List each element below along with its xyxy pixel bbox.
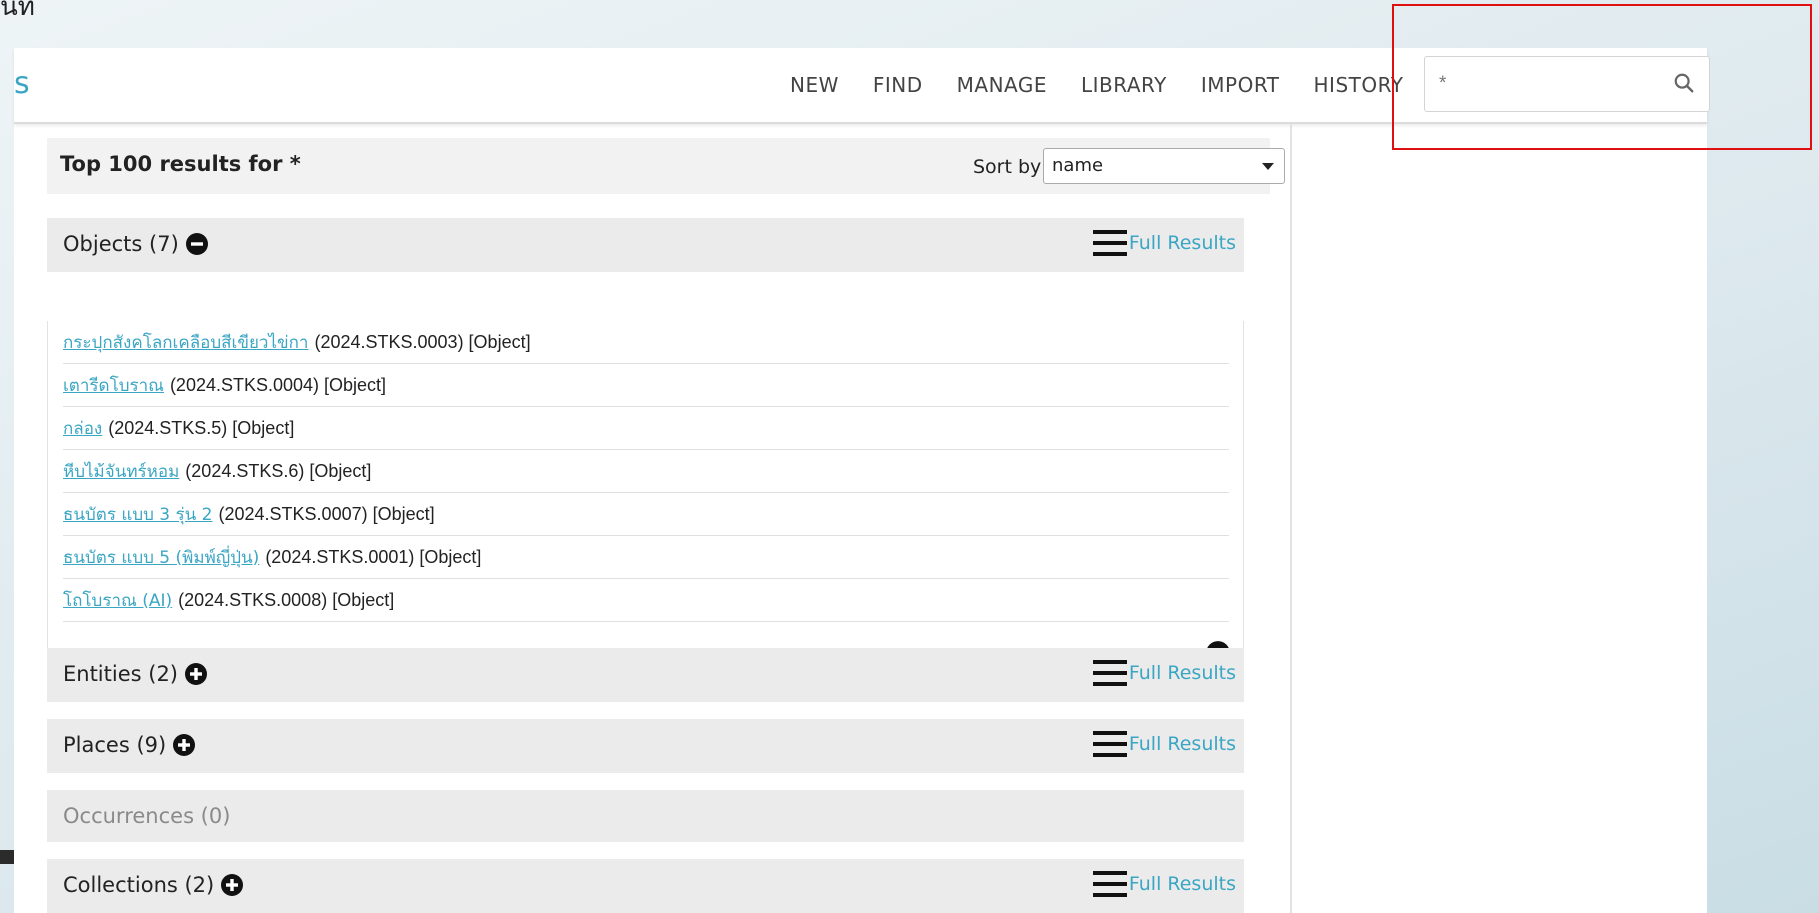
object-link[interactable]: เตารีดโบราณ <box>63 372 164 399</box>
section-label: Occurrences (0) <box>63 804 231 828</box>
menu-icon <box>1092 871 1127 897</box>
full-results-objects[interactable]: Full Results <box>1092 228 1236 258</box>
object-link[interactable]: โถโบราณ (AI) <box>63 587 172 614</box>
page-fragment-text: ี่นที่ <box>0 0 35 22</box>
caret-down-icon <box>1262 163 1274 170</box>
full-results-label: Full Results <box>1128 733 1236 755</box>
section-places: Places (9) Full Results <box>47 719 1244 773</box>
object-link[interactable]: กล่อง <box>63 415 102 442</box>
right-panel-divider <box>1290 124 1292 913</box>
object-meta: (2024.STKS.0004) [Object] <box>169 374 387 395</box>
section-label: Collections (2) <box>63 873 215 897</box>
sort-select[interactable]: name <box>1043 148 1285 184</box>
plus-circle-icon[interactable] <box>172 733 196 757</box>
highlight-box <box>1392 4 1812 150</box>
object-meta: (2024.STKS.0003) [Object] <box>314 331 531 352</box>
section-title-objects: Objects (7) <box>63 232 209 256</box>
list-item: ธนบัตร แบบ 5 (พิมพ์ญี่ปุ่น) (2024.STKS.0… <box>63 536 1229 579</box>
full-results-entities[interactable]: Full Results <box>1092 658 1236 688</box>
object-meta: (2024.STKS.0007) [Object] <box>218 503 435 524</box>
list-item: โถโบราณ (AI) (2024.STKS.0008) [Object] <box>63 579 1229 622</box>
section-label: Entities (2) <box>63 662 178 686</box>
menu-icon <box>1092 660 1127 686</box>
full-results-label: Full Results <box>1128 873 1236 895</box>
left-edge-bar <box>0 850 14 864</box>
nav-new[interactable]: NEW <box>790 73 839 97</box>
results-header: Top 100 results for * Sort by name <box>47 138 1285 194</box>
nav-history[interactable]: HISTORY <box>1314 73 1404 97</box>
list-item: ธนบัตร แบบ 3 รุ่น 2 (2024.STKS.0007) [Ob… <box>63 493 1229 536</box>
section-objects: Objects (7) Full Results <box>47 218 1244 272</box>
full-results-collections[interactable]: Full Results <box>1092 869 1236 899</box>
nav-manage[interactable]: MANAGE <box>957 73 1047 97</box>
object-meta: (2024.STKS.0008) [Object] <box>178 589 395 610</box>
section-title-collections: Collections (2) <box>63 873 244 897</box>
object-meta: (2024.STKS.0001) [Object] <box>265 546 482 567</box>
sort-select-value: name <box>1052 155 1104 176</box>
main-menu: NEW FIND MANAGE LIBRARY IMPORT HISTORY <box>790 48 1437 122</box>
section-title-places: Places (9) <box>63 733 196 757</box>
section-collections: Collections (2) Full Results <box>47 859 1244 913</box>
menu-icon <box>1092 230 1127 256</box>
section-label: Places (9) <box>63 733 167 757</box>
object-link[interactable]: หีบไม้จันทร์หอม <box>63 458 179 485</box>
menu-icon <box>1092 731 1127 757</box>
section-entities: Entities (2) Full Results <box>47 648 1244 702</box>
sort-label: Sort by <box>973 156 1042 178</box>
results-title: Top 100 results for * <box>60 152 301 176</box>
full-results-label: Full Results <box>1128 662 1236 684</box>
section-title-occurrences: Occurrences (0) <box>63 804 230 828</box>
minus-circle-icon[interactable] <box>185 232 209 256</box>
list-item: หีบไม้จันทร์หอม (2024.STKS.6) [Object] <box>63 450 1229 493</box>
full-results-label: Full Results <box>1128 232 1236 254</box>
plus-circle-icon[interactable] <box>184 662 208 686</box>
section-title-entities: Entities (2) <box>63 662 208 686</box>
object-list: กระปุกสังคโลกเคลือบสีเขียวไข่กา (2024.ST… <box>63 321 1229 622</box>
full-results-places[interactable]: Full Results <box>1092 729 1236 759</box>
list-item: เตารีดโบราณ (2024.STKS.0004) [Object] <box>63 364 1229 407</box>
nav-library[interactable]: LIBRARY <box>1081 73 1167 97</box>
object-link[interactable]: ธนบัตร แบบ 5 (พิมพ์ญี่ปุ่น) <box>63 544 259 571</box>
list-item: กระปุกสังคโลกเคลือบสีเขียวไข่กา (2024.ST… <box>63 321 1229 364</box>
object-link[interactable]: ธนบัตร แบบ 3 รุ่น 2 <box>63 501 213 528</box>
plus-circle-icon[interactable] <box>220 873 244 897</box>
objects-results-body: กระปุกสังคโลกเคลือบสีเขียวไข่กา (2024.ST… <box>47 321 1244 677</box>
section-occurrences: Occurrences (0) <box>47 790 1244 842</box>
section-label: Objects (7) <box>63 232 179 256</box>
nav-find[interactable]: FIND <box>873 73 923 97</box>
logo[interactable]: s <box>14 66 30 101</box>
object-meta: (2024.STKS.5) [Object] <box>108 417 295 438</box>
nav-import[interactable]: IMPORT <box>1201 73 1280 97</box>
object-meta: (2024.STKS.6) [Object] <box>185 460 372 481</box>
app-window: s NEW FIND MANAGE LIBRARY IMPORT HISTORY… <box>14 48 1710 913</box>
object-link[interactable]: กระปุกสังคโลกเคลือบสีเขียวไข่กา <box>63 329 308 356</box>
list-item: กล่อง (2024.STKS.5) [Object] <box>63 407 1229 450</box>
